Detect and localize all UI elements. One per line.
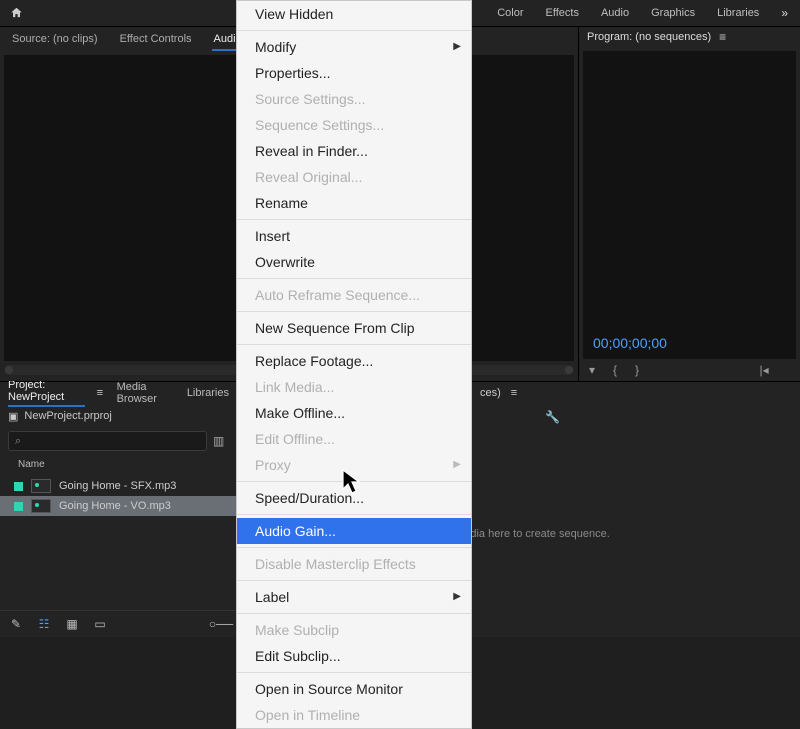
menu-item-label[interactable]: Label: [237, 584, 471, 610]
program-monitor-view: 00;00;00;00: [583, 51, 796, 359]
menu-item-properties[interactable]: Properties...: [237, 60, 471, 86]
clip-row[interactable]: Going Home - VO.mp3: [0, 496, 237, 516]
search-input[interactable]: ⌕: [8, 431, 207, 451]
menu-item-link-media: Link Media...: [237, 374, 471, 400]
project-file-name: NewProject.prproj: [24, 410, 111, 422]
home-icon[interactable]: [0, 0, 32, 26]
label-chip: [14, 482, 23, 491]
panel-menu-icon[interactable]: ≡: [511, 387, 521, 399]
menu-item-view-hidden[interactable]: View Hidden: [237, 1, 471, 27]
menu-item-reveal-in-finder[interactable]: Reveal in Finder...: [237, 138, 471, 164]
workspace-tab-libraries[interactable]: Libraries: [717, 7, 759, 19]
project-footer: ✎ ☷ ▦ ▭ ○──: [0, 610, 237, 637]
clip-name: Going Home - SFX.mp3: [59, 480, 176, 492]
menu-item-reveal-original: Reveal Original...: [237, 164, 471, 190]
project-file-icon: ▣: [8, 410, 18, 423]
tab-media-browser[interactable]: Media Browser: [117, 381, 175, 405]
menu-item-edit-offline: Edit Offline...: [237, 426, 471, 452]
workspace-tab-effects[interactable]: Effects: [546, 7, 579, 19]
menu-item-disable-masterclip-effects: Disable Masterclip Effects: [237, 551, 471, 577]
tab-timeline[interactable]: ces): [480, 387, 501, 399]
menu-item-sequence-settings: Sequence Settings...: [237, 112, 471, 138]
menu-separator: [237, 278, 471, 279]
project-bin: Going Home - SFX.mp3 Going Home - VO.mp3: [0, 474, 237, 610]
menu-item-auto-reframe-sequence: Auto Reframe Sequence...: [237, 282, 471, 308]
wrench-icon[interactable]: 🔧: [545, 410, 560, 424]
list-view-icon[interactable]: ☷: [36, 617, 52, 631]
column-header-name[interactable]: Name: [0, 454, 237, 474]
menu-separator: [237, 481, 471, 482]
menu-separator: [237, 613, 471, 614]
menu-item-open-in-source-monitor[interactable]: Open in Source Monitor: [237, 676, 471, 702]
menu-separator: [237, 580, 471, 581]
step-back-icon[interactable]: |◂: [760, 363, 769, 377]
menu-item-replace-footage[interactable]: Replace Footage...: [237, 348, 471, 374]
project-panel: Project: NewProject ≡ Media Browser Libr…: [0, 382, 238, 637]
menu-item-rename[interactable]: Rename: [237, 190, 471, 216]
workspace-tab-color[interactable]: Color: [497, 7, 523, 19]
menu-item-make-subclip: Make Subclip: [237, 617, 471, 643]
menu-item-overwrite[interactable]: Overwrite: [237, 249, 471, 275]
label-chip: [14, 502, 23, 511]
overflow-icon[interactable]: »: [781, 6, 788, 20]
menu-separator: [237, 672, 471, 673]
tab-effect-controls[interactable]: Effect Controls: [118, 29, 194, 49]
clip-row[interactable]: Going Home - SFX.mp3: [0, 476, 237, 496]
menu-item-edit-subclip[interactable]: Edit Subclip...: [237, 643, 471, 669]
menu-separator: [237, 547, 471, 548]
zoom-slider[interactable]: ○──: [213, 617, 229, 631]
mark-in-icon[interactable]: {: [613, 363, 617, 377]
program-timecode[interactable]: 00;00;00;00: [593, 335, 667, 351]
panel-menu-icon[interactable]: ≡: [97, 387, 105, 399]
audio-clip-icon: [31, 499, 51, 513]
panel-menu-icon[interactable]: ≡: [719, 30, 729, 44]
menu-separator: [237, 311, 471, 312]
new-bin-icon[interactable]: ▥: [213, 434, 229, 448]
tab-project[interactable]: Project: NewProject: [8, 379, 85, 407]
program-toolbar: ▾ { } |◂: [579, 359, 800, 381]
menu-item-modify[interactable]: Modify: [237, 34, 471, 60]
menu-item-audio-gain[interactable]: Audio Gain...: [237, 518, 471, 544]
menu-item-proxy: Proxy: [237, 452, 471, 478]
menu-separator: [237, 344, 471, 345]
tab-libraries[interactable]: Libraries: [187, 387, 229, 399]
freeform-view-icon[interactable]: ▭: [92, 617, 108, 631]
program-panel: Program: (no sequences) ≡ 00;00;00;00 ▾ …: [579, 27, 800, 381]
menu-item-insert[interactable]: Insert: [237, 223, 471, 249]
icon-view-icon[interactable]: ▦: [64, 617, 80, 631]
write-toggle-icon[interactable]: ✎: [8, 617, 24, 631]
workspace-tabs: Color Effects Audio Graphics Libraries »: [497, 6, 800, 20]
menu-item-open-in-timeline: Open in Timeline: [237, 702, 471, 728]
menu-item-make-offline[interactable]: Make Offline...: [237, 400, 471, 426]
context-menu: View Hidden ModifyProperties...Source Set…: [236, 0, 472, 729]
add-marker-icon[interactable]: ▾: [589, 363, 595, 377]
tab-program[interactable]: Program: (no sequences): [587, 31, 711, 43]
audio-clip-icon: [31, 479, 51, 493]
workspace-tab-graphics[interactable]: Graphics: [651, 7, 695, 19]
workspace-tab-audio[interactable]: Audio: [601, 7, 629, 19]
menu-separator: [237, 514, 471, 515]
menu-item-source-settings: Source Settings...: [237, 86, 471, 112]
menu-item-speed-duration[interactable]: Speed/Duration...: [237, 485, 471, 511]
clip-name: Going Home - VO.mp3: [59, 500, 171, 512]
mark-out-icon[interactable]: }: [635, 363, 639, 377]
tab-source[interactable]: Source: (no clips): [10, 29, 100, 49]
menu-item-new-sequence-from-clip[interactable]: New Sequence From Clip: [237, 315, 471, 341]
menu-separator: [237, 219, 471, 220]
menu-separator: [237, 30, 471, 31]
